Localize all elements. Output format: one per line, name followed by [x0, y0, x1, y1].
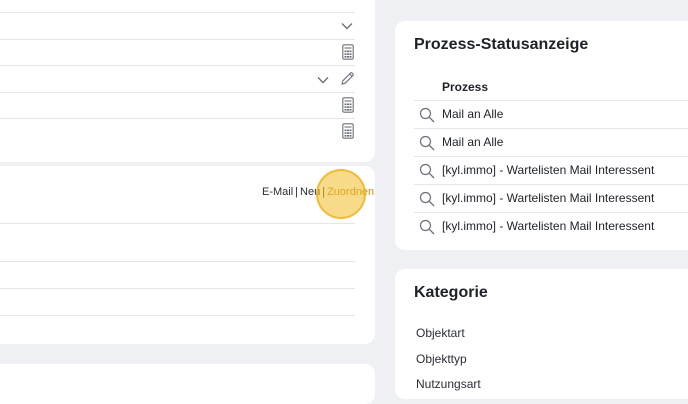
calculator-icon[interactable]	[342, 123, 354, 139]
row-divider	[0, 12, 355, 13]
search-icon[interactable]	[419, 219, 435, 235]
click-highlight	[316, 169, 366, 219]
row-divider	[0, 118, 355, 119]
row-divider	[414, 212, 688, 213]
column-header-process: Prozess	[442, 80, 489, 94]
row-divider	[0, 39, 355, 40]
row-divider	[414, 156, 688, 157]
row-divider	[0, 65, 355, 66]
process-name: Mail an Alle	[442, 135, 504, 149]
left-bottom-card	[0, 364, 375, 404]
category-item-objekttyp[interactable]: Objekttyp	[416, 352, 467, 366]
row-divider	[0, 288, 355, 289]
category-item-objektart[interactable]: Objektart	[416, 326, 465, 340]
row-divider	[414, 128, 688, 129]
pencil-icon[interactable]	[340, 71, 355, 86]
process-name: [kyl.immo] - Wartelisten Mail Interessen…	[442, 191, 655, 205]
link-separator: |	[295, 186, 299, 198]
process-name: [kyl.immo] - Wartelisten Mail Interessen…	[442, 219, 655, 233]
process-row[interactable]: Mail an Alle	[414, 130, 688, 156]
calculator-icon[interactable]	[342, 97, 354, 113]
process-name: [kyl.immo] - Wartelisten Mail Interessen…	[442, 163, 655, 177]
process-name: Mail an Alle	[442, 107, 504, 121]
search-icon[interactable]	[419, 135, 435, 151]
row-divider	[0, 92, 355, 93]
row-divider	[414, 100, 688, 101]
row-divider	[0, 223, 355, 224]
category-item-nutzungsart[interactable]: Nutzungsart	[416, 377, 481, 391]
email-link[interactable]: E-Mail	[262, 186, 293, 198]
search-icon[interactable]	[419, 191, 435, 207]
chevron-down-icon[interactable]	[317, 76, 329, 84]
search-icon[interactable]	[419, 107, 435, 123]
calculator-icon[interactable]	[342, 44, 354, 60]
process-row[interactable]: [kyl.immo] - Wartelisten Mail Interessen…	[414, 186, 688, 212]
chevron-down-icon[interactable]	[341, 22, 353, 30]
panel-title: Prozess-Statusanzeige	[414, 36, 589, 53]
row-divider	[0, 315, 355, 316]
process-row[interactable]: [kyl.immo] - Wartelisten Mail Interessen…	[414, 214, 688, 240]
row-divider	[0, 261, 355, 262]
panel-title: Kategorie	[414, 284, 488, 301]
process-row[interactable]: Mail an Alle	[414, 102, 688, 128]
row-divider	[414, 184, 688, 185]
process-row[interactable]: [kyl.immo] - Wartelisten Mail Interessen…	[414, 158, 688, 184]
search-icon[interactable]	[419, 163, 435, 179]
